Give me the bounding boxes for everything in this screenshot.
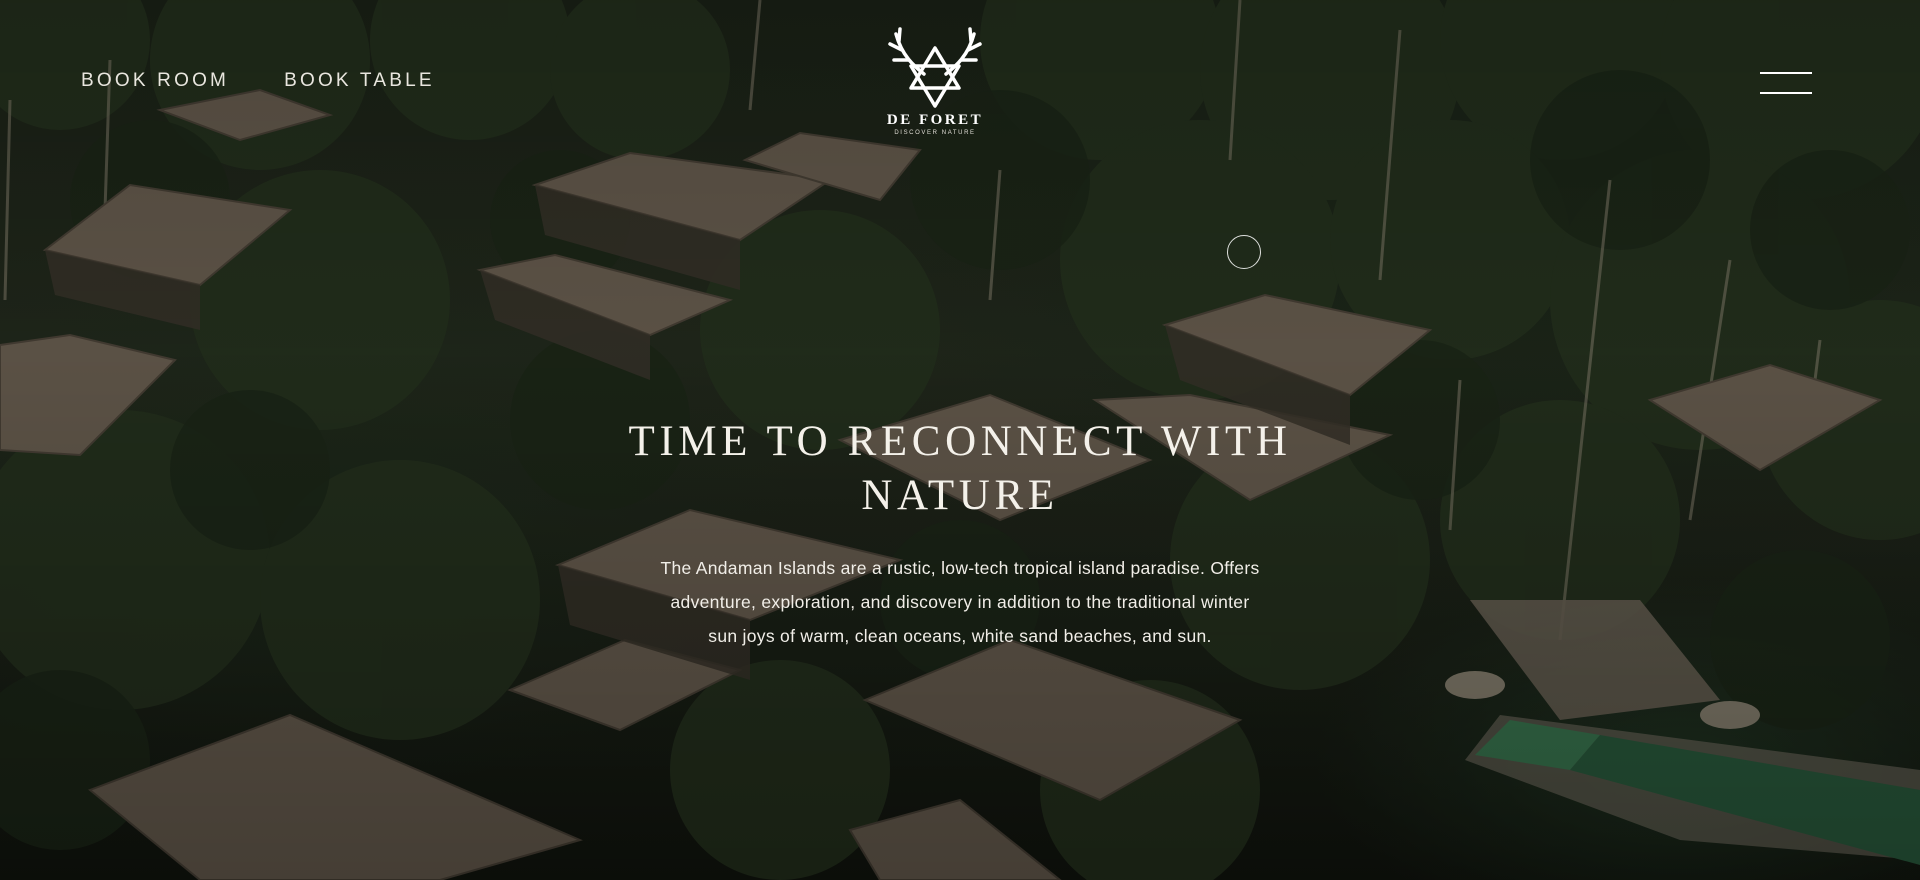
menu-line-top [1760, 72, 1812, 74]
top-nav: BOOK ROOM BOOK TABLE [81, 70, 435, 92]
hero-title: TIME TO RECONNECT WITH NATURE [628, 418, 1292, 519]
hero-description: The Andaman Islands are a rustic, low-te… [660, 558, 1260, 646]
book-room-link[interactable]: BOOK ROOM [81, 70, 229, 92]
menu-line-bottom [1760, 92, 1812, 94]
site-logo[interactable]: DE FORET DISCOVER NATURE [880, 26, 990, 136]
hero-section: BOOK ROOM BOOK TABLE DE FORET DISCOVER N [0, 0, 1920, 880]
hero-content: TIME TO RECONNECT WITH NATURE The Andama… [560, 415, 1360, 653]
cursor-ring-icon [1227, 235, 1261, 269]
logo-tagline: DISCOVER NATURE [894, 130, 976, 136]
logo-name: DE FORET [886, 112, 984, 128]
antler-triangle-logo-icon [888, 27, 982, 108]
book-table-link[interactable]: BOOK TABLE [284, 70, 435, 92]
hamburger-menu-icon[interactable] [1760, 70, 1812, 96]
